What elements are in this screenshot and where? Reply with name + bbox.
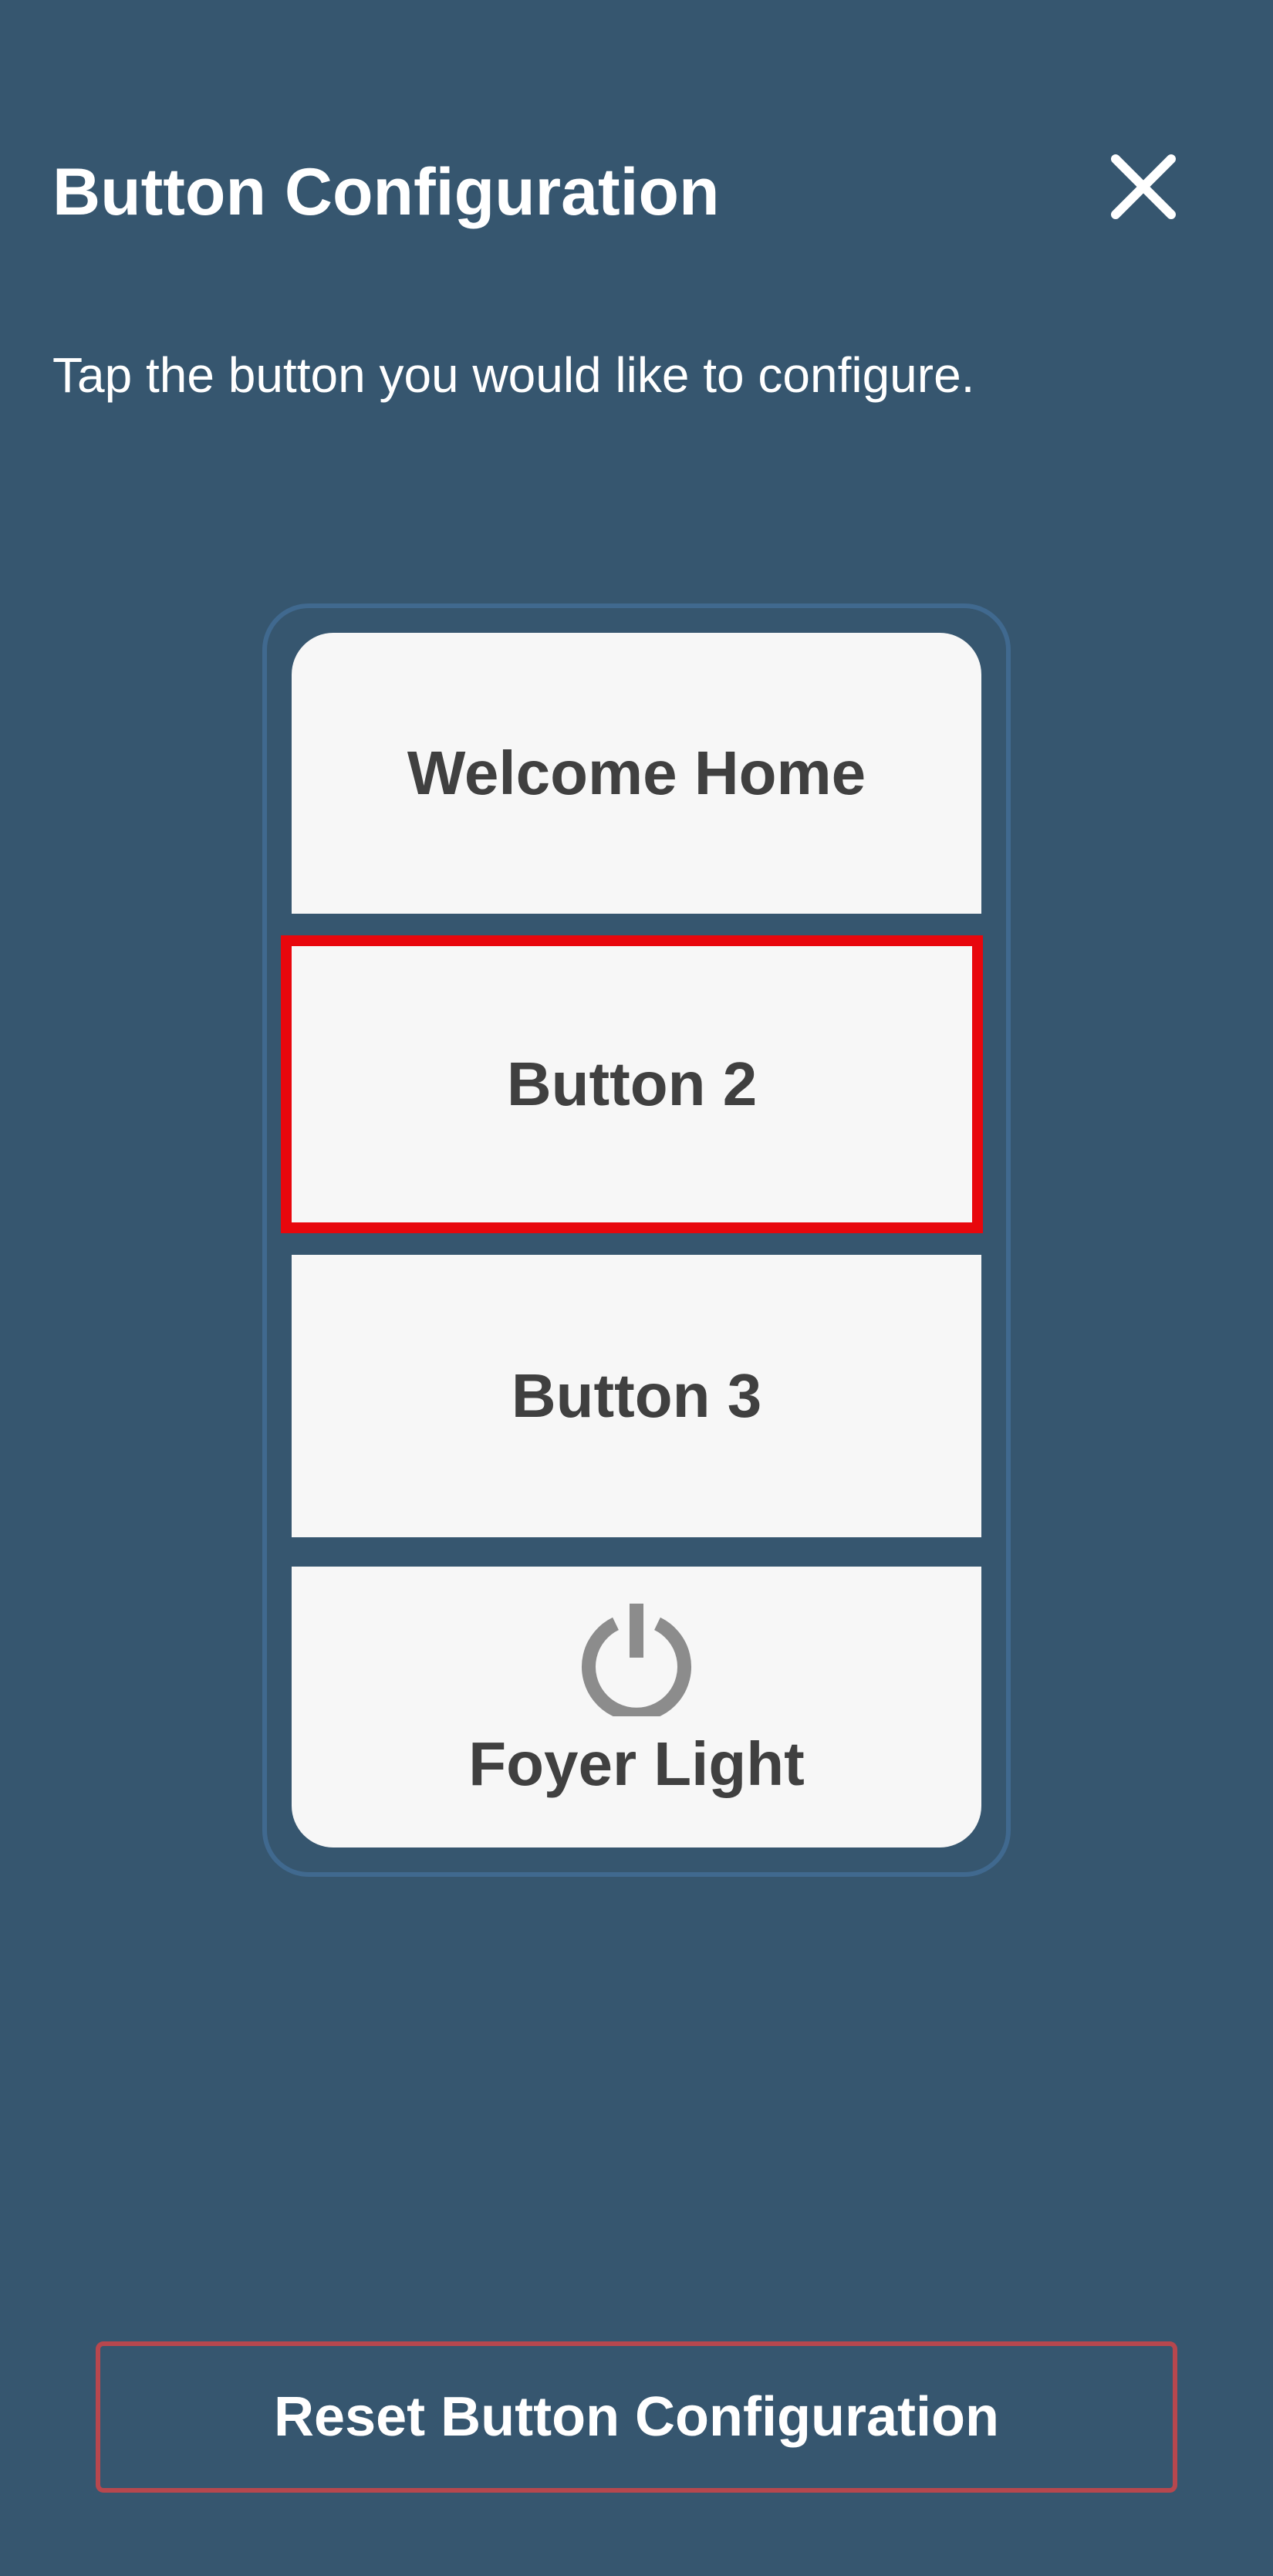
keypad-button-label: Foyer Light bbox=[468, 1729, 805, 1798]
close-icon bbox=[1111, 154, 1176, 219]
reset-button-configuration-button[interactable]: Reset Button Configuration bbox=[96, 2341, 1177, 2493]
close-button[interactable] bbox=[1103, 147, 1184, 227]
keypad-button-4[interactable]: Foyer Light bbox=[292, 1567, 981, 1847]
keypad-button-label: Button 3 bbox=[511, 1361, 762, 1430]
instructions-text: Tap the button you would like to configu… bbox=[52, 347, 975, 403]
reset-button-label: Reset Button Configuration bbox=[274, 2386, 999, 2448]
power-icon bbox=[579, 1601, 694, 1716]
keypad-button-label: Button 2 bbox=[506, 1050, 758, 1118]
keypad-button-label: Welcome Home bbox=[407, 739, 866, 807]
keypad-button-2-selected[interactable]: Button 2 bbox=[281, 935, 983, 1233]
button-configuration-screen: Button Configuration Tap the button you … bbox=[0, 0, 1273, 2576]
keypad-button-3[interactable]: Button 3 bbox=[292, 1255, 981, 1537]
page-title: Button Configuration bbox=[52, 155, 720, 229]
keypad-button-1[interactable]: Welcome Home bbox=[292, 633, 981, 914]
